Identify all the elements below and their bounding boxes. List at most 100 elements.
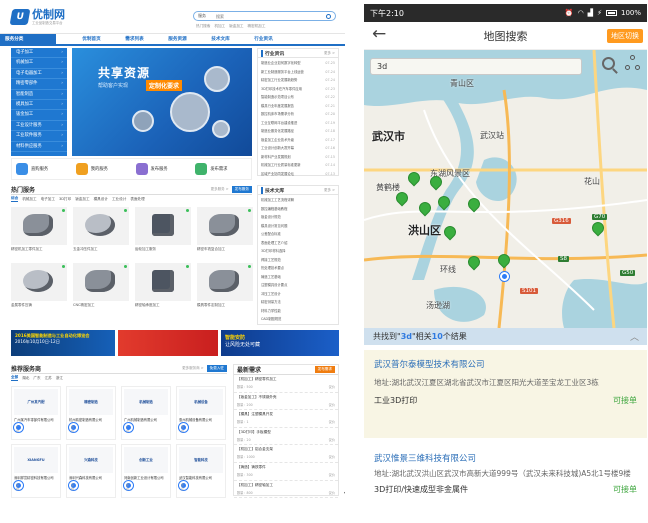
site-search-input[interactable] [216,13,326,19]
provider-card[interactable]: 机械设备 惠州机械设备有限公司 惠州 [176,386,226,440]
news-item[interactable]: 数控机床市场需求分析 07-20 [261,110,335,119]
demand-item[interactable]: 【模具】注塑模具开发 数量：1 议价 [234,410,338,428]
demand-title[interactable]: 【机加工】精密轴加工 [237,483,335,488]
tech-item[interactable]: 热处理技术要点 [261,264,335,273]
category-tree-icon[interactable] [625,55,641,71]
service-card[interactable]: 精密轴承座加工 [135,263,191,315]
publish-service-button[interactable]: 发布服务 [231,186,252,193]
service-caption[interactable]: 金属零件压铸 [11,303,67,308]
company-name[interactable]: 武汉普尔泰模型技术有限公司 [374,358,637,370]
tech-headline[interactable]: 冲压工艺设计 [261,290,281,299]
tech-item[interactable]: 数控编程基础教程 [261,205,335,214]
demand-item[interactable]: 【机加工】铝合金支架 数量：1000 议价 [234,445,338,463]
nav-library[interactable]: 技术文库 [199,34,242,44]
news-item[interactable]: 新材料产业发展规划 07-15 [261,153,335,162]
region-tab[interactable]: 浙江 [56,376,63,381]
service-card[interactable]: 精密机加工零件加工 [11,207,67,259]
providers-more[interactable]: 更多服务商 > [182,366,204,371]
sidebar-category[interactable]: 精密零部件 [11,79,67,90]
news-headline[interactable]: 新工业制造服务平台上线运营 [261,68,304,77]
demand-title[interactable]: 【机加工】精密零件加工 [237,377,335,382]
news-headline[interactable]: 数控机床市场需求分析 [261,110,294,119]
service-tab[interactable]: 机械加工 [22,197,36,202]
tech-headline[interactable]: 机械加工工艺流程详解 [261,196,294,205]
result-card[interactable]: 武汉普尔泰模型技术有限公司 地址:湖北武汉江夏区湖北省武汉市江夏区阳光大道圣宝龙… [364,350,647,438]
news-headline[interactable]: 工业设计创新大赛开幕 [261,144,294,153]
news-headline[interactable]: 区域产业协同发展论坛 [261,170,294,179]
sidebar-category[interactable]: 工业设计服务 [11,121,67,132]
tech-item[interactable]: 机械加工工艺流程详解 [261,196,335,205]
news-item[interactable]: 新工业制造服务平台上线运营 07-24 [261,68,335,77]
category-head[interactable]: 服务分类 [0,34,56,44]
tech-item[interactable]: 表面处理工艺介绍 [261,239,335,248]
provider-card[interactable]: 广州某汽配 广州某汽车零部件有限公司 广州 [11,386,61,440]
region-tab[interactable]: 广东 [33,376,40,381]
map-search-input[interactable]: 3d [370,58,582,75]
demand-title[interactable]: 【3D打印】手板模型 [237,430,335,435]
news-headline[interactable]: 新材料产业发展规划 [261,153,291,162]
tech-item[interactable]: 钣金设计规范 [261,213,335,222]
service-caption[interactable]: 五金冲压件加工 [73,247,129,252]
service-tab[interactable]: 钣金加工 [75,197,89,202]
news-more-link[interactable]: 更多 > [324,51,335,56]
demand-item[interactable]: 【3D打印】手板模型 数量：20 议价 [234,428,338,446]
provider-name[interactable]: 武汉智能科技有限公司 [179,475,223,480]
service-card[interactable]: 模具零件定制加工 [197,263,253,315]
news-headline[interactable]: 模具行业年度发展报告 [261,102,294,111]
chevron-up-icon[interactable]: ︿ [630,330,639,343]
shortcut-publish-demand[interactable]: 发布需求 [191,159,251,179]
tech-item[interactable]: 焊接工艺规范 [261,256,335,265]
company-name[interactable]: 武汉惟景三维科技有限公司 [374,452,637,464]
shortcut-buy[interactable]: 直购服务 [12,159,72,179]
news-headline[interactable]: 3D打印技术在汽车零件应用 [261,85,302,94]
nav-news[interactable]: 行业资讯 [242,34,285,44]
tech-item[interactable]: 材料力学性能 [261,307,335,316]
promo-ad[interactable] [118,330,218,356]
provider-name[interactable]: 杭州精密制造有限公司 [69,417,113,422]
demand-title[interactable]: 【模具】注塑模具开发 [237,412,335,417]
tech-item[interactable]: 精密测量方法 [261,298,335,307]
news-headline[interactable]: 钣金加工企业技术升级 [261,136,294,145]
news-item[interactable]: 智能制造示范项目公布 07-22 [261,93,335,102]
news-headline[interactable]: 机械加工行业质量标准更新 [261,161,301,170]
hot-search-link[interactable]: 钣金加工 [229,24,243,29]
tech-item[interactable]: 模具设计常见问题 [261,222,335,231]
nav-resources[interactable]: 服务资源 [156,34,199,44]
service-caption[interactable]: 精密车铣复合加工 [197,247,253,252]
service-tab[interactable]: 工业设计 [112,197,126,202]
nav-demands[interactable]: 需求列表 [113,34,156,44]
shortcut-publish-service[interactable]: 发布服务 [132,159,192,179]
service-card[interactable]: 五金冲压件加工 [73,207,129,259]
provider-name[interactable]: 惠州机械设备有限公司 [179,417,223,422]
tech-item[interactable]: 公差配合标准 [261,230,335,239]
tech-headline[interactable]: 材料力学性能 [261,307,281,316]
sidebar-category[interactable]: 工业软件服务 [11,131,67,142]
service-card[interactable]: 金属零件压铸 [11,263,67,315]
provider-card[interactable]: 精密制造 杭州精密制造有限公司 杭州 [66,386,116,440]
nav-home[interactable]: 优制首页 [70,34,113,44]
provider-name[interactable]: 广州机械制造有限公司 [124,417,168,422]
news-item[interactable]: 精密加工行业发展新趋势 07-24 [261,76,335,85]
tech-headline[interactable]: 表面处理工艺介绍 [261,239,287,248]
region-switch-button[interactable]: 地区切换 [607,29,643,43]
news-item[interactable]: 工业互联网平台建设推进 07-19 [261,119,335,128]
news-headline[interactable]: 制造业服务化发展路径 [261,127,294,136]
demand-title[interactable]: 【铸造】铸铁零件 [237,465,335,470]
news-headline[interactable]: 制造业企业如何数字化转型 [261,59,301,68]
news-item[interactable]: 区域产业协同发展论坛 07-13 [261,170,335,179]
service-tab[interactable]: 综合 [11,196,19,202]
sidebar-category[interactable]: 智能制造 [11,90,67,100]
region-tab[interactable]: 江苏 [45,376,52,381]
provider-name[interactable]: 深圳祥富精密科技有限公司 [14,475,58,480]
service-tab[interactable]: 电子加工 [41,197,55,202]
provider-card[interactable]: 机械制造 广州机械制造有限公司 广州 [121,386,171,440]
sidebar-category[interactable]: 钣金加工 [11,110,67,121]
demand-item[interactable]: 【铸造】铸铁零件 数量：300 议价 [234,463,338,481]
region-tab[interactable]: 全部 [11,375,19,381]
tech-headline[interactable]: 焊接工艺规范 [261,256,281,265]
news-item[interactable]: 钣金加工企业技术升级 07-17 [261,136,335,145]
news-item[interactable]: 机械加工行业质量标准更新 07-14 [261,161,335,170]
service-card[interactable]: 齿轮加工服务 [135,207,191,259]
tech-headline[interactable]: 铸造工艺基础 [261,273,281,282]
shortcut-mine[interactable]: 我的服务 [72,159,132,179]
